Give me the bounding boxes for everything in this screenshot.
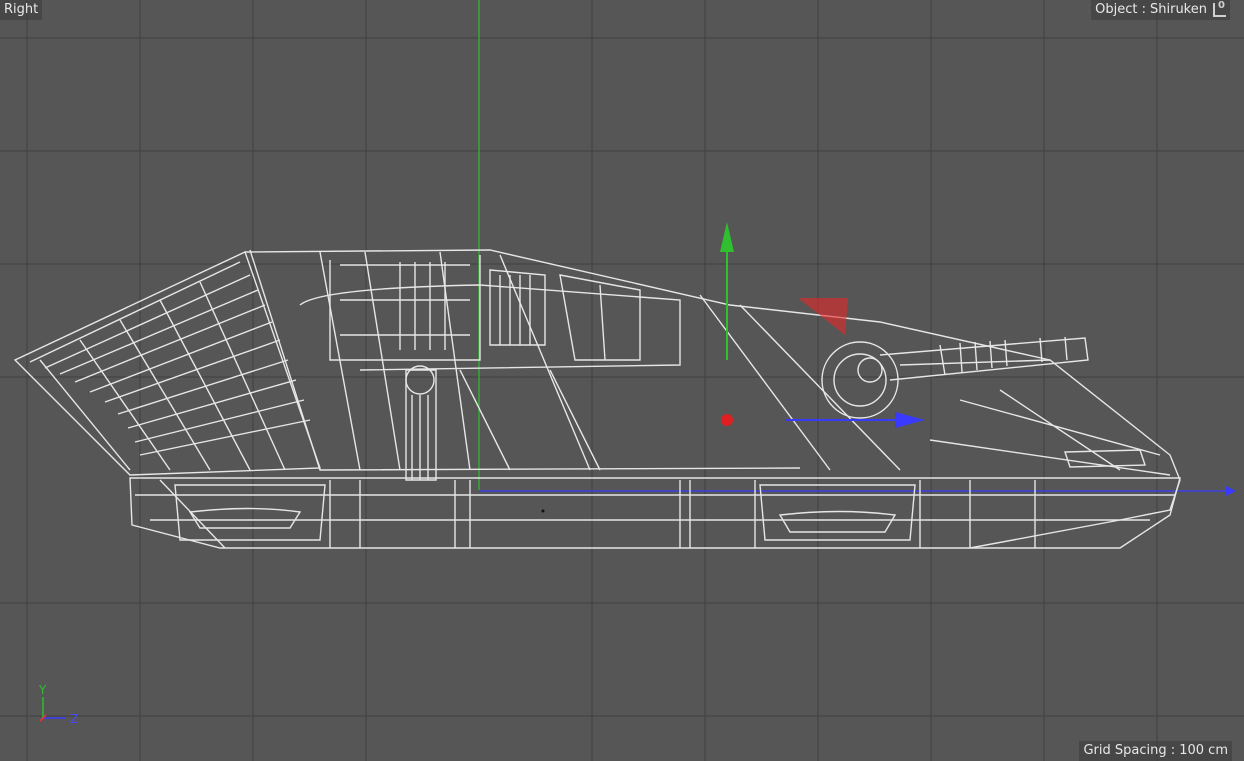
axis-indicator: Y Z [38,683,78,726]
axis-indicator-z-label: Z [70,712,78,726]
object-prefix: Object : [1095,2,1146,17]
lock-icon[interactable]: 0 [1213,0,1226,17]
viewport-right[interactable]: Y Z Right Object : Shiruken 0 Grid Spaci… [0,0,1244,761]
grid [0,0,1244,761]
gizmo-z-arrowhead[interactable] [895,412,925,428]
object-info[interactable]: Object : Shiruken 0 [1091,0,1230,20]
gizmo-x-plane-handle[interactable] [798,298,848,335]
wireframe-scene[interactable]: Y Z [0,0,1244,761]
grid-spacing-label: Grid Spacing : 100 cm [1079,741,1232,761]
gizmo-y-arrowhead[interactable] [720,222,734,252]
vehicle-wireframe[interactable] [13,249,1181,549]
gizmo-center[interactable] [721,414,733,426]
view-name-label[interactable]: Right [0,0,43,20]
scene-origin-dot [541,509,545,513]
axis-indicator-y-label: Y [38,683,47,697]
object-name: Shiruken [1150,2,1207,17]
world-z-arrowhead [1226,486,1236,496]
lock-badge: 0 [1218,0,1225,11]
